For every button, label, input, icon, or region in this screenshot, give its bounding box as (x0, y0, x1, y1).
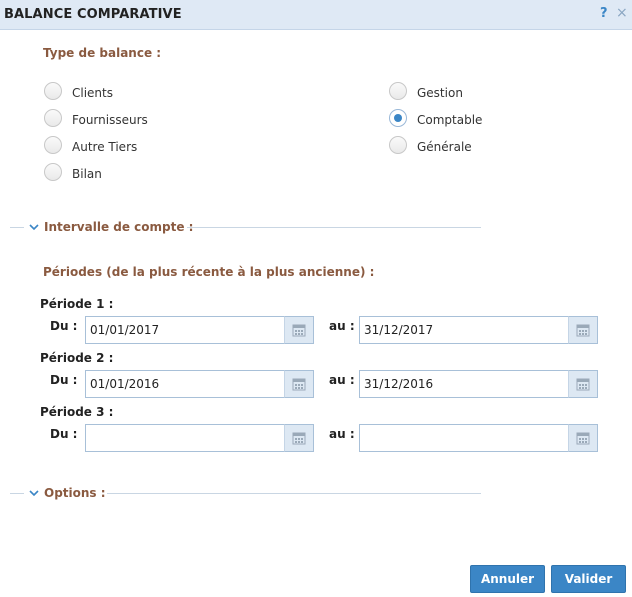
period-3-from-label: Du : (50, 427, 78, 441)
radio-comptable[interactable] (389, 109, 407, 127)
chevron-down-icon[interactable] (28, 487, 40, 499)
radio-generale[interactable] (389, 136, 407, 154)
radio-label-bilan: Bilan (72, 167, 102, 181)
radio-gestion[interactable] (389, 82, 407, 100)
radio-label-fournisseurs: Fournisseurs (72, 113, 148, 127)
help-icon[interactable]: ? (600, 6, 608, 21)
radio-bilan[interactable] (44, 163, 62, 181)
period-2-from-input[interactable] (85, 370, 285, 398)
period-2-label: Période 2 : (40, 351, 114, 365)
window-title: BALANCE COMPARATIVE (4, 7, 182, 22)
radio-fournisseurs[interactable] (44, 109, 62, 127)
period-3-to-input[interactable] (359, 424, 569, 452)
radio-label-autre-tiers: Autre Tiers (72, 140, 138, 154)
balance-type-heading: Type de balance : (43, 46, 162, 60)
radio-label-gestion: Gestion (417, 86, 463, 100)
period-1-from-label: Du : (50, 319, 78, 333)
period-2-from-label: Du : (50, 373, 78, 387)
period-3-label: Période 3 : (40, 405, 114, 419)
fieldset-line-right (107, 493, 481, 494)
chevron-down-icon[interactable] (28, 221, 40, 233)
period-1-to-label: au : (329, 319, 355, 333)
period-3-to-label: au : (329, 427, 355, 441)
cancel-button[interactable]: Annuler (470, 565, 545, 593)
period-1-label: Période 1 : (40, 297, 114, 311)
intervalle-toggle[interactable]: Intervalle de compte : (44, 220, 193, 234)
radio-label-generale: Générale (417, 140, 472, 154)
period-2-to-label: au : (329, 373, 355, 387)
period-1-from-input[interactable] (85, 316, 285, 344)
close-icon[interactable]: × (616, 5, 628, 21)
periods-heading: Périodes (de la plus récente à la plus a… (43, 265, 375, 279)
fieldset-line-right (187, 227, 481, 228)
radio-label-clients: Clients (72, 86, 113, 100)
calendar-icon[interactable] (568, 370, 598, 398)
calendar-icon[interactable] (284, 316, 314, 344)
calendar-icon[interactable] (568, 316, 598, 344)
fieldset-line-left (10, 493, 24, 494)
calendar-icon[interactable] (284, 424, 314, 452)
options-toggle[interactable]: Options : (44, 486, 106, 500)
period-1-to-input[interactable] (359, 316, 569, 344)
validate-button[interactable]: Valider (551, 565, 626, 593)
fieldset-line-left (10, 227, 24, 228)
radio-clients[interactable] (44, 82, 62, 100)
calendar-icon[interactable] (284, 370, 314, 398)
radio-label-comptable: Comptable (417, 113, 483, 127)
period-3-from-input[interactable] (85, 424, 285, 452)
calendar-icon[interactable] (568, 424, 598, 452)
radio-autre-tiers[interactable] (44, 136, 62, 154)
period-2-to-input[interactable] (359, 370, 569, 398)
window-titlebar: BALANCE COMPARATIVE ? × (0, 0, 632, 30)
